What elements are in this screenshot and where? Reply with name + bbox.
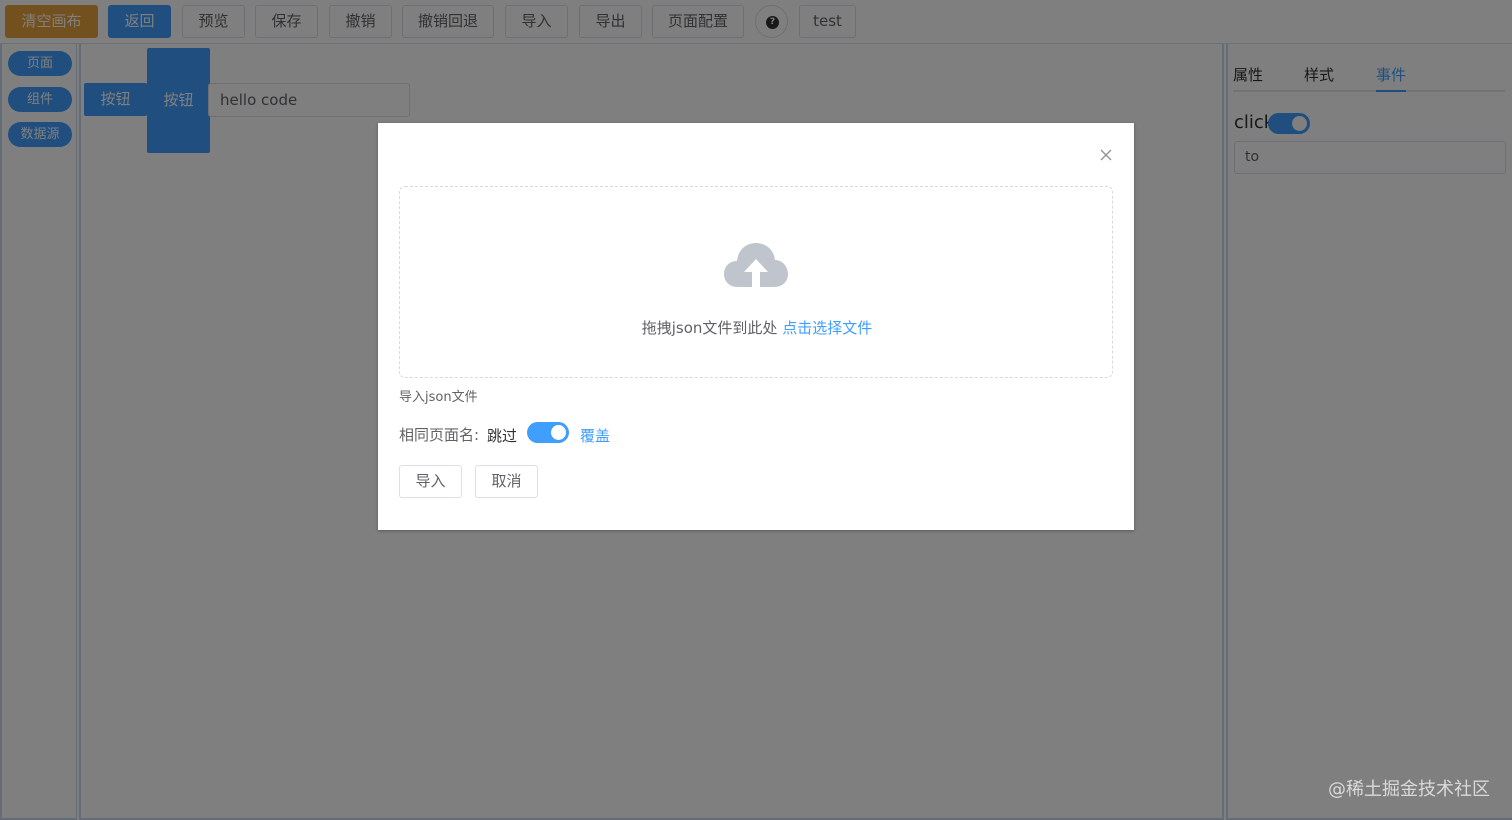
select-file-link[interactable]: 点击选择文件 — [782, 319, 872, 337]
upload-tip: 导入json文件 — [399, 390, 478, 405]
dialog-cancel-button[interactable]: 取消 — [475, 465, 538, 498]
close-icon[interactable] — [1098, 147, 1114, 163]
overwrite-switch[interactable] — [527, 422, 569, 443]
upload-instruction: 拖拽json文件到此处 点击选择文件 — [400, 317, 1114, 338]
skip-option-label: 跳过 — [487, 427, 518, 445]
import-dialog: 拖拽json文件到此处 点击选择文件 导入json文件 相同页面名: 跳过 覆盖… — [378, 123, 1134, 530]
same-name-label: 相同页面名: — [399, 426, 480, 444]
cloud-upload-icon — [724, 243, 788, 287]
dialog-import-button[interactable]: 导入 — [399, 465, 462, 498]
upload-hint-text: 拖拽json文件到此处 — [641, 319, 783, 337]
watermark: @稀土掘金技术社区 — [1328, 779, 1490, 800]
switch-knob — [551, 425, 566, 440]
upload-dropzone[interactable]: 拖拽json文件到此处 点击选择文件 — [399, 186, 1113, 378]
cover-option-label: 覆盖 — [580, 427, 611, 445]
